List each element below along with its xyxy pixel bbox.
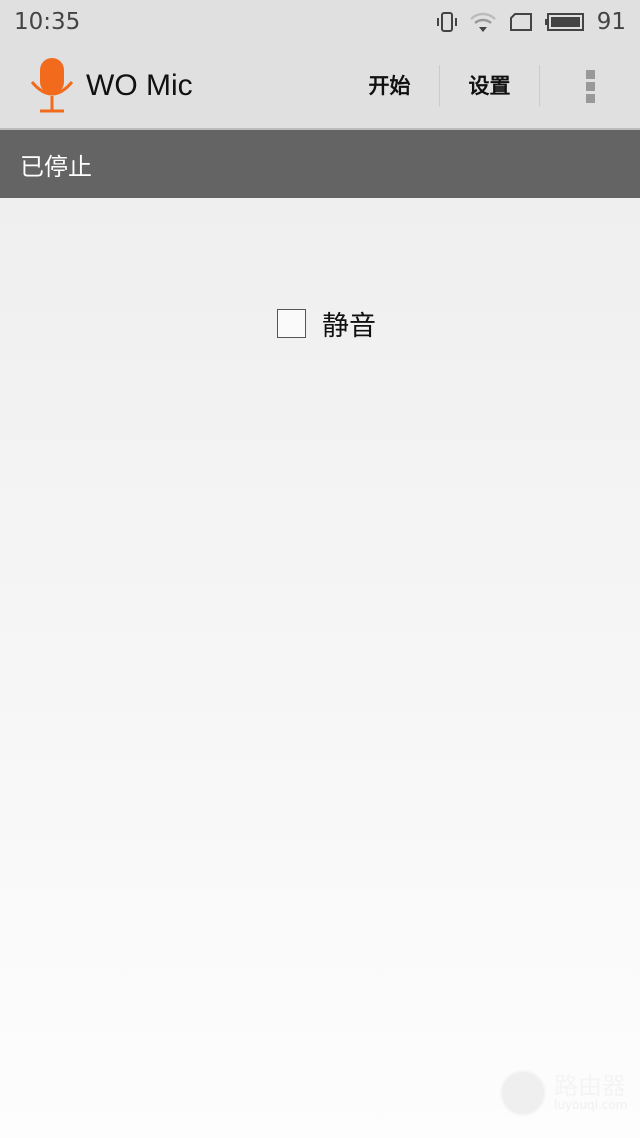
mute-label: 静音 [322,311,376,342]
app-title: WO Mic [86,69,193,102]
start-button[interactable]: 开始 [340,65,440,107]
watermark-url: luyouqi.com [554,1098,628,1112]
more-options-icon[interactable] [540,69,640,103]
wifi-icon [469,12,496,32]
mute-checkbox-row[interactable]: 静音 [277,304,376,343]
app-bar: WO Mic 开始 设置 [0,44,640,130]
watermark-text: 路由器 [554,1072,626,1100]
battery-icon [544,13,584,31]
status-bar: 10:35 91 [0,0,640,44]
connection-status: 已停止 [0,130,640,198]
vibrate-icon [436,12,457,32]
settings-button[interactable]: 设置 [440,65,540,107]
watermark: 路由器 luyouqi.com [500,1070,627,1116]
microphone-icon [30,58,74,113]
clock: 10:35 [14,9,81,35]
mute-checkbox[interactable] [277,309,306,338]
battery-level: 91 [596,9,626,35]
status-text: 已停止 [20,152,92,181]
sim-icon [509,13,532,31]
router-logo-icon [500,1070,546,1116]
